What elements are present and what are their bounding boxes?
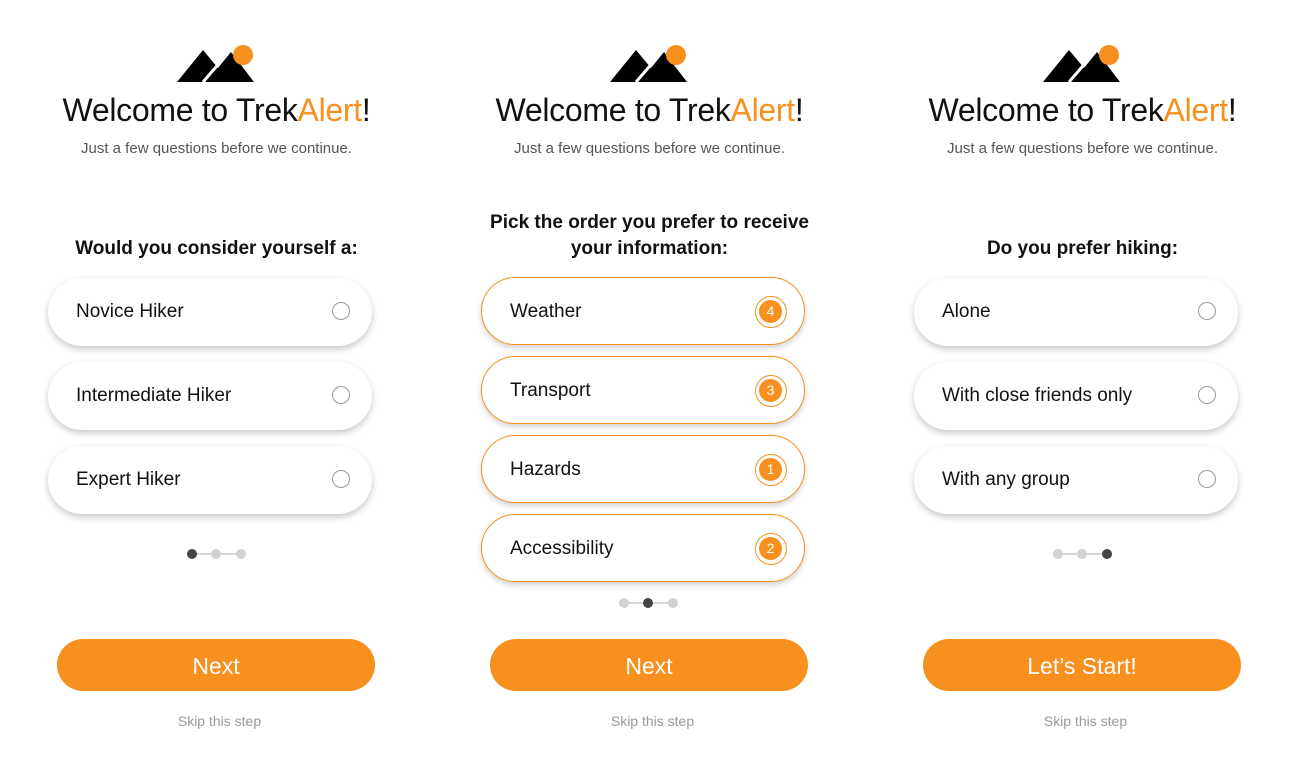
mountain-sun-icon	[176, 45, 254, 83]
welcome-title: Welcome to TrekAlert!	[928, 92, 1237, 128]
step-indicator	[1052, 548, 1112, 560]
rank-badge: 3	[755, 375, 787, 407]
welcome-title: Welcome to TrekAlert!	[495, 92, 804, 128]
radio-button[interactable]	[332, 302, 350, 320]
onboarding-screen-info-order: Welcome to TrekAlert! Just a few questio…	[433, 0, 866, 771]
mountain-sun-icon	[1042, 45, 1120, 83]
option-transport[interactable]: Transport 3	[481, 356, 805, 424]
subtitle: Just a few questions before we continue.	[514, 140, 785, 157]
step-indicator	[186, 548, 246, 560]
step-dot-1	[1052, 549, 1063, 559]
mountain-sun-icon	[609, 45, 687, 83]
rank-number: 2	[759, 537, 782, 560]
step-dot-2	[642, 598, 653, 608]
radio-button[interactable]	[1198, 386, 1216, 404]
radio-button[interactable]	[1198, 302, 1216, 320]
step-dot-1	[618, 598, 629, 608]
skip-link[interactable]: Skip this step	[869, 713, 1302, 729]
option-hazards[interactable]: Hazards 1	[481, 435, 805, 503]
radio-button[interactable]	[332, 386, 350, 404]
step-dot-3	[667, 598, 678, 608]
question-label: Would you consider yourself a:	[75, 238, 358, 259]
option-close-friends[interactable]: With close friends only	[914, 362, 1238, 430]
welcome-title: Welcome to TrekAlert!	[62, 92, 371, 128]
option-label: With any group	[942, 469, 1070, 490]
option-novice-hiker[interactable]: Novice Hiker	[48, 278, 372, 346]
rank-badge: 2	[755, 533, 787, 565]
rank-number: 4	[759, 300, 782, 323]
option-intermediate-hiker[interactable]: Intermediate Hiker	[48, 362, 372, 430]
onboarding-screen-group-preference: Welcome to TrekAlert! Just a few questio…	[866, 0, 1299, 771]
next-button[interactable]: Next	[490, 639, 808, 691]
next-button[interactable]: Next	[57, 639, 375, 691]
option-label: Hazards	[510, 459, 581, 480]
step-dot-1	[186, 549, 197, 559]
option-label: With close friends only	[942, 385, 1133, 406]
question-label: Do you prefer hiking:	[986, 238, 1179, 259]
step-dot-2	[1076, 549, 1087, 559]
option-label: Accessibility	[510, 538, 614, 559]
rank-number: 3	[759, 379, 782, 402]
step-indicator	[618, 597, 678, 609]
subtitle: Just a few questions before we continue.	[81, 140, 352, 157]
option-alone[interactable]: Alone	[914, 278, 1238, 346]
step-dot-3	[1101, 549, 1112, 559]
rank-number: 1	[759, 458, 782, 481]
option-label: Alone	[942, 301, 991, 322]
question-label: Pick the order you prefer to receive you…	[490, 212, 809, 259]
rank-badge: 4	[755, 296, 787, 328]
radio-button[interactable]	[1198, 470, 1216, 488]
subtitle: Just a few questions before we continue.	[947, 140, 1218, 157]
option-label: Transport	[510, 380, 591, 401]
step-dot-3	[235, 549, 246, 559]
option-expert-hiker[interactable]: Expert Hiker	[48, 446, 372, 514]
skip-link[interactable]: Skip this step	[436, 713, 869, 729]
lets-start-button[interactable]: Let’s Start!	[923, 639, 1241, 691]
option-label: Intermediate Hiker	[76, 385, 232, 406]
rank-badge: 1	[755, 454, 787, 486]
option-label: Weather	[510, 301, 582, 322]
option-any-group[interactable]: With any group	[914, 446, 1238, 514]
step-dot-2	[210, 549, 221, 559]
option-label: Novice Hiker	[76, 301, 184, 322]
option-weather[interactable]: Weather 4	[481, 277, 805, 345]
radio-button[interactable]	[332, 470, 350, 488]
option-accessibility[interactable]: Accessibility 2	[481, 514, 805, 582]
skip-link[interactable]: Skip this step	[3, 713, 436, 729]
option-label: Expert Hiker	[76, 469, 181, 490]
onboarding-screen-experience: Welcome to TrekAlert! Just a few questio…	[0, 0, 433, 771]
